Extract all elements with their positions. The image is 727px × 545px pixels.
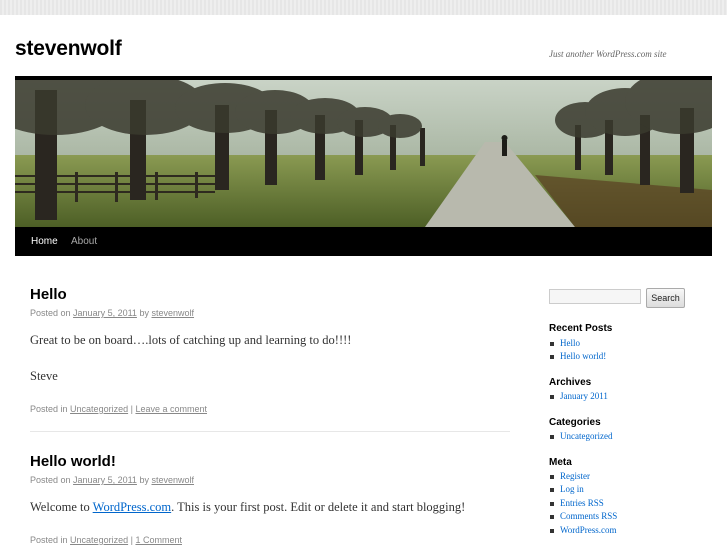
wordpress-link[interactable]: WordPress.com [93, 500, 172, 514]
list-item: Comments RSS [549, 510, 617, 523]
main-navigation: Home About [15, 227, 712, 256]
post-date-link[interactable]: January 5, 2011 [73, 475, 137, 485]
separator: | [130, 535, 133, 545]
comments-rss-link[interactable]: Comments RSS [560, 511, 617, 521]
by-label: by [139, 308, 149, 318]
category-link[interactable]: Uncategorized [70, 404, 128, 414]
categories-list: Uncategorized [549, 430, 612, 443]
login-link[interactable]: Log in [560, 484, 584, 494]
post-paragraph: Steve [30, 369, 58, 383]
by-label: by [139, 475, 149, 485]
list-item: January 2011 [549, 390, 608, 403]
list-item: Entries RSS [549, 497, 617, 510]
posted-on-label: Posted on [30, 475, 71, 485]
post-title[interactable]: Hello world! [30, 453, 116, 470]
post-utility: Posted in Uncategorized | Leave a commen… [30, 404, 207, 414]
widget-title-categories: Categories [549, 417, 601, 428]
recent-post-link[interactable]: Hello [560, 338, 580, 348]
category-link[interactable]: Uncategorized [70, 535, 128, 545]
avenue-of-trees-image [15, 80, 712, 227]
recent-post-link[interactable]: Hello world! [560, 351, 606, 361]
post-author-link[interactable]: stevenwolf [151, 475, 194, 485]
list-item: Uncategorized [549, 430, 612, 443]
top-strip [0, 0, 727, 15]
header-image [15, 80, 712, 227]
search-input[interactable] [549, 289, 641, 304]
archives-list: January 2011 [549, 390, 608, 403]
page-wrapper: stevenwolf Just another WordPress.com si… [0, 15, 727, 545]
meta-list: Register Log in Entries RSS Comments RSS… [549, 470, 617, 537]
nav-item-home[interactable]: Home [23, 227, 66, 256]
post-utility: Posted in Uncategorized | 1 Comment [30, 535, 182, 545]
post-title[interactable]: Hello [30, 286, 67, 303]
search-button[interactable]: Search [646, 288, 685, 308]
site-description: Just another WordPress.com site [549, 49, 667, 59]
wordpress-com-link[interactable]: WordPress.com [560, 525, 617, 535]
post-meta: Posted on January 5, 2011 by stevenwolf [30, 308, 194, 318]
comments-link[interactable]: 1 Comment [135, 535, 182, 545]
widget-title-meta: Meta [549, 457, 572, 468]
comments-link[interactable]: Leave a comment [135, 404, 207, 414]
posted-in-label: Posted in [30, 535, 68, 545]
category-link[interactable]: Uncategorized [560, 431, 612, 441]
register-link[interactable]: Register [560, 471, 590, 481]
list-item: WordPress.com [549, 524, 617, 537]
post-paragraph: Welcome to WordPress.com. This is your f… [30, 500, 465, 515]
body-text: Welcome to [30, 500, 93, 514]
separator: | [130, 404, 133, 414]
post-date-link[interactable]: January 5, 2011 [73, 308, 137, 318]
site-title[interactable]: stevenwolf [15, 37, 122, 61]
list-item: Hello world! [549, 350, 606, 363]
post-divider [30, 431, 510, 432]
widget-title-archives: Archives [549, 377, 592, 388]
list-item: Hello [549, 337, 606, 350]
recent-posts-list: Hello Hello world! [549, 337, 606, 364]
nav-item-about[interactable]: About [63, 227, 105, 256]
body-text: . This is your first post. Edit or delet… [171, 500, 466, 514]
posted-on-label: Posted on [30, 308, 71, 318]
list-item: Log in [549, 483, 617, 496]
post-meta: Posted on January 5, 2011 by stevenwolf [30, 475, 194, 485]
posted-in-label: Posted in [30, 404, 68, 414]
list-item: Register [549, 470, 617, 483]
post-author-link[interactable]: stevenwolf [151, 308, 194, 318]
archive-link[interactable]: January 2011 [560, 391, 608, 401]
post-paragraph: Great to be on board….lots of catching u… [30, 333, 352, 347]
entries-rss-link[interactable]: Entries RSS [560, 498, 604, 508]
widget-title-recent-posts: Recent Posts [549, 323, 613, 334]
